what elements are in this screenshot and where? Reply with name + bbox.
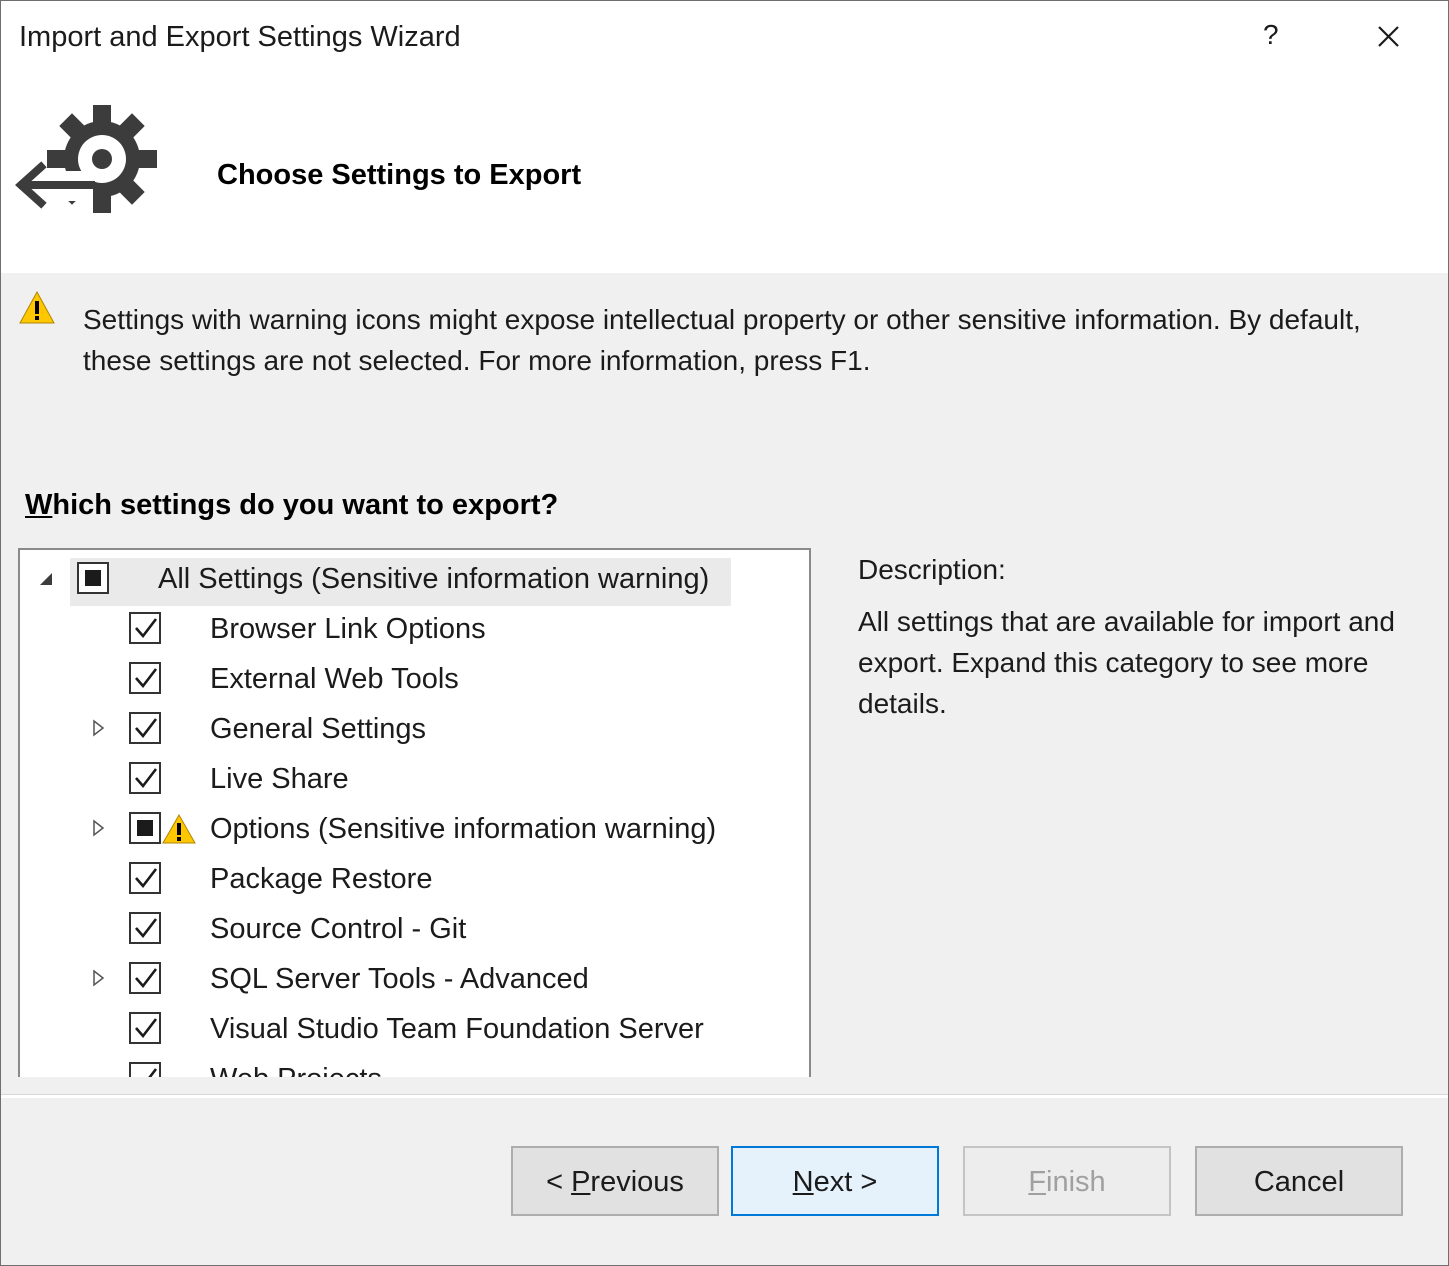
checkmark-icon <box>148 1068 158 1077</box>
previous-label: revious <box>590 1166 684 1198</box>
close-icon <box>1378 26 1399 47</box>
tree-item-checkbox[interactable] <box>129 762 161 794</box>
next-button[interactable]: Next > <box>731 1146 939 1216</box>
tree-item-checkbox[interactable] <box>129 712 161 744</box>
previous-access-key: P <box>571 1166 591 1198</box>
finish-access-key: F <box>1028 1166 1047 1198</box>
settings-tree[interactable]: All Settings (Sensitive information warn… <box>18 548 811 1077</box>
tree-item[interactable]: Web Projects <box>20 1054 805 1077</box>
tree-item[interactable]: General Settings <box>20 704 805 752</box>
tree-item-label: Package Restore <box>210 863 433 895</box>
indeterminate-mark <box>85 570 101 586</box>
window-title: Import and Export Settings Wizard <box>19 21 461 53</box>
tree-item-label: External Web Tools <box>210 663 459 695</box>
question-text: hich settings do you want to export? <box>52 489 559 521</box>
tree-item[interactable]: All Settings (Sensitive information warn… <box>20 554 805 606</box>
expand-arrow-icon[interactable] <box>90 818 106 838</box>
tree-item-checkbox[interactable] <box>129 612 161 644</box>
settings-question-label: Which settings do you want to export? <box>25 489 558 522</box>
tree-item[interactable]: Options (Sensitive information warning) <box>20 804 805 852</box>
access-key: W <box>25 489 53 521</box>
tree-item-label: Web Projects <box>210 1063 382 1077</box>
tree-item[interactable]: Live Share <box>20 754 805 802</box>
checkmark-icon <box>135 768 158 789</box>
tree-item[interactable]: SQL Server Tools - Advanced <box>20 954 805 1002</box>
tree-item-label: All Settings (Sensitive information warn… <box>158 563 710 595</box>
footer-separator <box>1 1094 1448 1098</box>
tree-item-checkbox[interactable] <box>77 562 109 594</box>
tree-item-label: SQL Server Tools - Advanced <box>210 963 589 995</box>
description-text: All settings that are available for impo… <box>858 606 1395 719</box>
indeterminate-mark <box>137 820 153 836</box>
next-access-key: N <box>792 1166 814 1198</box>
help-button[interactable]: ? <box>1263 19 1279 51</box>
tree-item[interactable]: Package Restore <box>20 854 805 902</box>
finish-label: inish <box>1046 1166 1106 1198</box>
tree-item-checkbox[interactable] <box>129 812 161 844</box>
checkmark-icon <box>135 868 158 889</box>
tree-item-checkbox[interactable] <box>129 662 161 694</box>
wizard-header: Choose Settings to Export <box>1 75 1448 273</box>
tree-item-label: Options (Sensitive information warning) <box>210 813 717 845</box>
warning-icon <box>162 814 196 844</box>
wizard-dialog: Import and Export Settings Wizard ? Choo… <box>0 0 1449 1266</box>
tree-item-label: General Settings <box>210 713 427 745</box>
expand-arrow-icon[interactable] <box>90 718 106 738</box>
tree-item-checkbox[interactable] <box>129 912 161 944</box>
finish-button[interactable]: Finish <box>963 1146 1171 1216</box>
checkmark-icon <box>135 718 158 739</box>
tree-item-label: Visual Studio Team Foundation Server <box>210 1013 704 1045</box>
checkmark-icon <box>135 618 158 639</box>
checkmark-icon <box>135 668 158 689</box>
title-bar: Import and Export Settings Wizard ? <box>1 1 1448 75</box>
expand-arrow-icon[interactable] <box>90 968 106 988</box>
collapse-arrow-icon[interactable] <box>38 568 54 588</box>
previous-prefix: < <box>546 1166 572 1198</box>
tree-item[interactable]: Browser Link Options <box>20 604 805 652</box>
checkmark-icon <box>135 918 158 939</box>
tree-item-checkbox[interactable] <box>129 1062 161 1077</box>
tree-item-label: Live Share <box>210 763 349 795</box>
next-label: ext > <box>813 1166 878 1198</box>
tree-item-checkbox[interactable] <box>129 1012 161 1044</box>
previous-button[interactable]: < Previous <box>511 1146 719 1216</box>
warning-icon <box>19 291 55 324</box>
page-heading: Choose Settings to Export <box>217 159 582 191</box>
export-settings-gear-icon <box>13 105 157 213</box>
tree-item[interactable]: Source Control - Git <box>20 904 805 952</box>
tree-item-label: Browser Link Options <box>210 613 486 645</box>
tree-item[interactable]: External Web Tools <box>20 654 805 702</box>
cancel-button[interactable]: Cancel <box>1195 1146 1403 1216</box>
tree-item-checkbox[interactable] <box>129 862 161 894</box>
checkmark-icon <box>135 1018 158 1039</box>
description-label: Description: <box>858 554 1006 585</box>
close-button[interactable] <box>1369 17 1409 57</box>
tree-item-checkbox[interactable] <box>129 962 161 994</box>
checkmark-icon <box>135 968 158 989</box>
tree-item-label: Source Control - Git <box>210 913 467 945</box>
tree-item[interactable]: Visual Studio Team Foundation Server <box>20 1004 805 1052</box>
warning-text: Settings with warning icons might expose… <box>83 304 1361 376</box>
